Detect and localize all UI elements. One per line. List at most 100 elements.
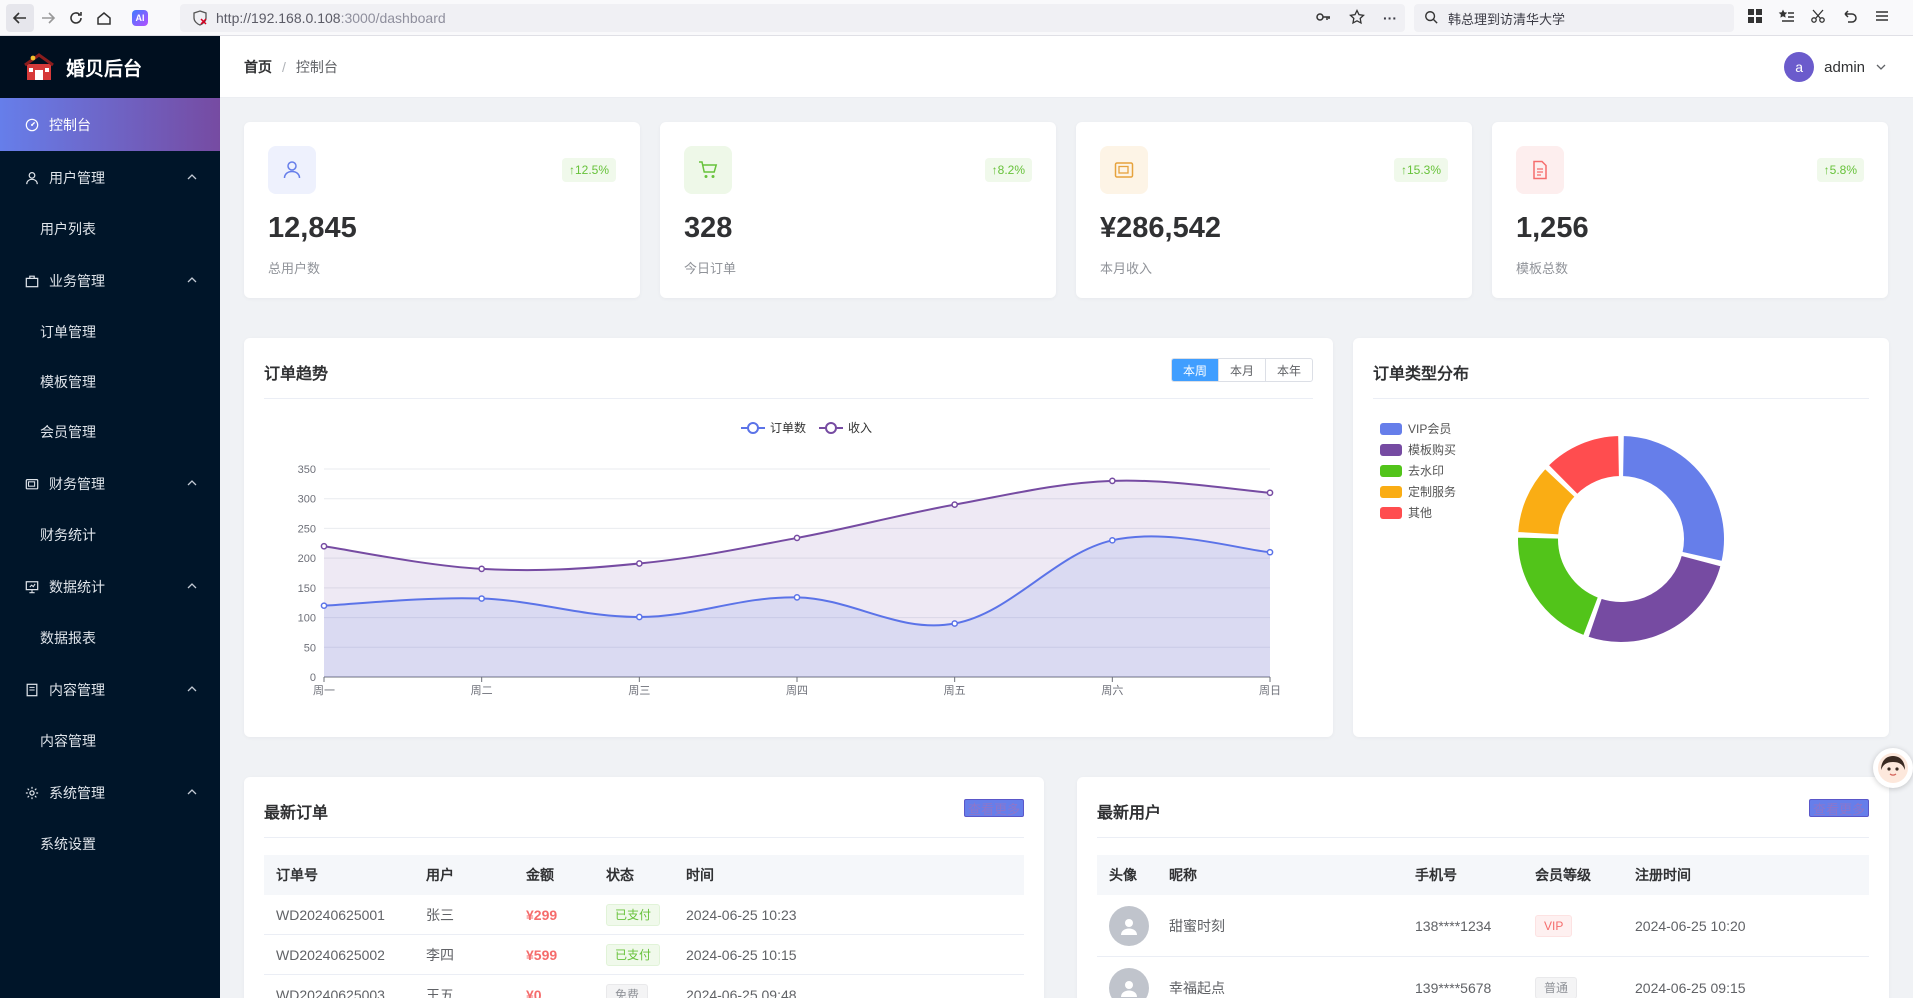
pie-slice: [1621, 434, 1726, 564]
ai-extension-icon[interactable]: AI: [132, 9, 148, 26]
bookmark-star-icon[interactable]: [1349, 8, 1365, 28]
sidebar-item-content[interactable]: 内容管理: [0, 716, 220, 766]
page-header: 首页 / 控制台 a admin: [220, 36, 1913, 98]
chevron-up-icon: [187, 480, 197, 486]
assistant-avatar-button[interactable]: [1873, 748, 1913, 788]
x-tick-label: 周六: [1101, 684, 1123, 697]
brand[interactable]: 婚贝后台: [0, 36, 220, 98]
stat-label: 今日订单: [684, 261, 737, 276]
order-trend-chart: 0 50 100 150 200 250 300 350 周一 周二 周三 周四 周五 周六 周日 订单数 收入: [298, 420, 1281, 697]
table-row[interactable]: WD20240625002 李四 ¥599 已支付 2024-06-25 10:…: [264, 935, 1024, 975]
wallet-icon: [24, 476, 40, 492]
sidebar-item-dashboard[interactable]: 控制台: [0, 98, 220, 151]
sidebar-item-template-management[interactable]: 模板管理: [0, 357, 220, 407]
cart-icon: [684, 146, 732, 194]
sidebar-item-member-management[interactable]: 会员管理: [0, 407, 220, 457]
order-type-panel: 订单类型分布 VIP会员 模板购买 去水印 定制服务 其他: [1353, 338, 1889, 737]
y-tick-label: 150: [298, 583, 316, 595]
latest-users-panel: 最新用户 查看更多 头像 昵称 手机号 会员等级 注册时间 甜蜜时刻 138**…: [1077, 777, 1889, 998]
browser-search-bar[interactable]: 韩总理到访清华大学: [1414, 4, 1734, 32]
member-level-badge: 普通: [1535, 976, 1578, 998]
sidebar-item-user-management[interactable]: 用户管理: [0, 151, 220, 204]
key-icon[interactable]: [1315, 9, 1331, 28]
avatar[interactable]: a: [1784, 52, 1815, 82]
legend-marker: [747, 422, 759, 434]
forward-icon[interactable]: [34, 4, 62, 32]
insecure-connection-icon[interactable]: [192, 10, 208, 26]
extensions-grid-icon[interactable]: [1748, 9, 1762, 27]
sidebar-item-user-list[interactable]: 用户列表: [0, 204, 220, 254]
back-icon[interactable]: [6, 3, 34, 32]
stat-card-users: ↑12.5% 12,845 总用户数: [244, 122, 640, 298]
user-avatar-icon: [1109, 905, 1149, 946]
view-more-users-button[interactable]: 查看更多: [1808, 799, 1869, 817]
breadcrumb-current: 控制台: [295, 58, 338, 75]
y-tick-label: 300: [298, 494, 316, 506]
breadcrumb-home[interactable]: 首页: [244, 57, 272, 77]
menu-icon[interactable]: [1874, 8, 1890, 28]
panel-title: 最新用户: [1097, 805, 1162, 822]
gear-icon: [24, 785, 40, 801]
legend-label: 订单数: [770, 420, 806, 435]
sidebar-item-data-report[interactable]: 数据报表: [0, 613, 220, 663]
table-row[interactable]: WD20240625001 张三 ¥299 已支付 2024-06-25 10:…: [264, 895, 1024, 935]
sidebar-item-label: 内容管理: [49, 681, 105, 698]
trend-badge: ↑15.3%: [1393, 158, 1448, 182]
x-tick-label: 周日: [1259, 684, 1281, 697]
legend-marker: [825, 422, 837, 434]
app-name: 婚贝后台: [66, 58, 143, 80]
reload-icon[interactable]: [62, 4, 90, 32]
chevron-down-icon[interactable]: [1875, 61, 1887, 73]
stat-label: 总用户数: [268, 261, 321, 276]
legend-label: 收入: [848, 421, 872, 435]
y-tick-label: 350: [298, 464, 316, 476]
member-level-badge: VIP: [1535, 914, 1573, 937]
sidebar-item-order-management[interactable]: 订单管理: [0, 307, 220, 357]
sidebar-item-finance-stats[interactable]: 财务统计: [0, 510, 220, 560]
sidebar-item-business-management[interactable]: 业务管理: [0, 254, 220, 307]
data-point: [951, 620, 959, 627]
sidebar: 婚贝后台 控制台 用户管理 用户列表 业务管理 订单管理 模板管理 会员管理 财…: [0, 36, 220, 998]
screenshot-scissors-icon[interactable]: [1810, 8, 1826, 28]
data-point: [320, 542, 328, 550]
monitor-icon: [24, 579, 40, 595]
dashboard-icon: [24, 117, 40, 133]
status-badge: 已支付: [606, 903, 661, 926]
order-type-donut-chart: [1516, 434, 1726, 644]
sidebar-item-label: 数据统计: [49, 578, 105, 595]
sidebar-item-finance-management[interactable]: 财务管理: [0, 457, 220, 510]
sidebar-item-content-management[interactable]: 内容管理: [0, 663, 220, 716]
sidebar-item-label: 财务管理: [49, 475, 105, 492]
bookmarks-list-icon[interactable]: [1778, 8, 1794, 28]
sidebar-item-label: 业务管理: [49, 272, 105, 289]
undo-icon[interactable]: [1842, 8, 1858, 28]
sidebar-item-data-statistics[interactable]: 数据统计: [0, 560, 220, 613]
trend-badge: ↑5.8%: [1816, 158, 1864, 182]
table-row[interactable]: WD20240625003 王五 ¥0 免费 2024-06-25 09:48: [264, 975, 1024, 998]
home-icon[interactable]: [90, 4, 118, 32]
sidebar-item-label: 控制台: [49, 116, 91, 133]
x-tick-label: 周一: [313, 684, 335, 697]
divider: [1097, 837, 1869, 838]
wallet-icon: [1100, 146, 1148, 194]
breadcrumb: 首页 / 控制台: [244, 57, 338, 77]
search-icon: [1424, 10, 1438, 27]
table-row[interactable]: 甜蜜时刻 138****1234 VIP 2024-06-25 10:20: [1097, 895, 1869, 957]
y-tick-label: 250: [298, 523, 316, 535]
panel-title: 最新订单: [264, 805, 329, 822]
sidebar-item-label: 用户管理: [49, 169, 105, 186]
more-icon[interactable]: ···: [1383, 10, 1397, 26]
view-more-orders-button[interactable]: 查看更多: [963, 799, 1024, 817]
username[interactable]: admin: [1824, 59, 1865, 76]
address-bar[interactable]: http://192.168.0.108:3000/dashboard ···: [180, 4, 1405, 32]
sidebar-item-system-management[interactable]: 系统管理: [0, 766, 220, 819]
sidebar-item-system-settings[interactable]: 系统设置: [0, 819, 220, 869]
data-point: [793, 594, 801, 601]
chevron-up-icon: [187, 277, 197, 283]
user-menu[interactable]: a admin: [1784, 52, 1887, 82]
browser-toolbar: AI http://192.168.0.108:3000/dashboard ·…: [0, 0, 1913, 36]
chevron-up-icon: [187, 686, 197, 692]
table-row[interactable]: 幸福起点 139****5678 普通 2024-06-25 09:15: [1097, 957, 1869, 998]
data-point: [793, 534, 801, 542]
x-tick-label: 周五: [944, 684, 966, 697]
